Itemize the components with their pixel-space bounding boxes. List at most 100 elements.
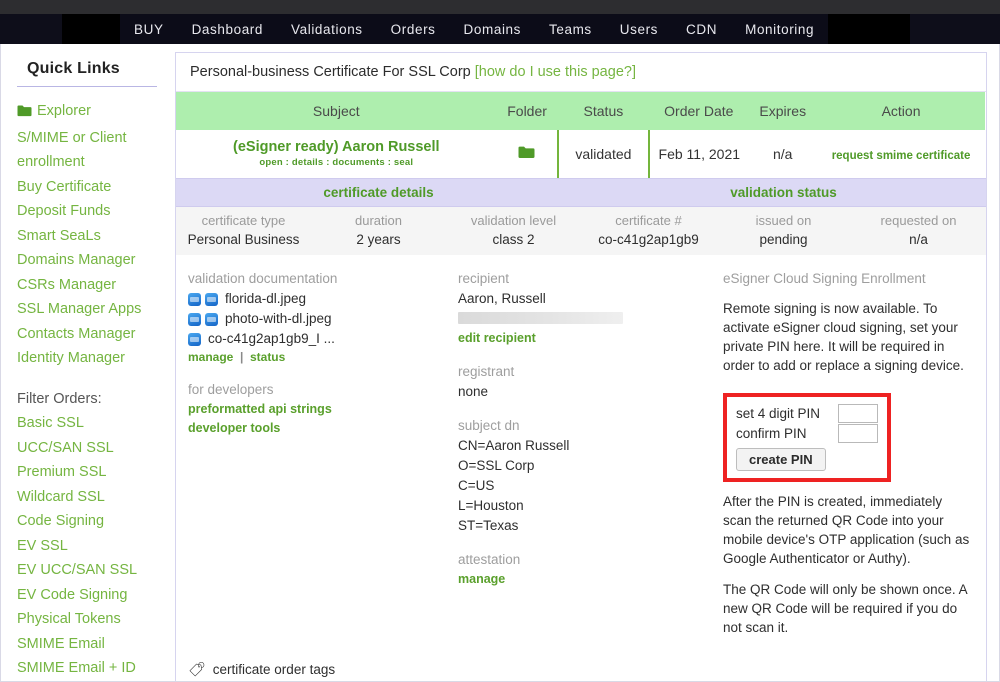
page-title: Personal-business Certificate For SSL Co… [176,53,986,92]
column-header-action[interactable]: Action [817,92,985,130]
confirm-pin-input[interactable] [838,424,878,443]
create-pin-button[interactable]: create PIN [736,448,826,471]
file-name[interactable]: photo-with-dl.jpeg [225,309,332,329]
developer-tools-link[interactable]: developer tools [188,419,444,438]
set-pin-label: set 4 digit PIN [736,406,838,421]
documents-status-link[interactable]: status [250,349,285,366]
sidebar-item-csrs-manager[interactable]: CSRs Manager [17,273,171,298]
list-item[interactable]: florida-dl.jpeg [188,289,444,309]
detail-label-validation-level: validation level [446,207,581,230]
recipient-heading: recipient [458,269,709,289]
orders-table-header-row: Subject Folder Status Order Date Expires… [176,92,985,130]
detail-label-certificate-number: certificate # [581,207,716,230]
file-icon[interactable] [205,293,218,306]
nav-item-dashboard[interactable]: Dashboard [178,14,277,44]
edit-recipient-link[interactable]: edit recipient [458,329,709,348]
band-certificate-details: certificate details [176,179,581,206]
column-header-order-date[interactable]: Order Date [649,92,748,130]
detail-label-duration: duration [311,207,446,230]
sidebar-filter-ucc-san-ssl[interactable]: UCC/SAN SSL [17,436,171,461]
column-header-expires[interactable]: Expires [748,92,817,130]
sidebar-item-ssl-manager-apps[interactable]: SSL Manager Apps [17,297,171,322]
cell-order-date: Feb 11, 2021 [649,130,748,178]
section-band: certificate details validation status [176,178,986,207]
manage-documents-link[interactable]: manage [188,349,233,366]
nav-item-cdn[interactable]: CDN [672,14,731,44]
subject-dn-o: O=SSL Corp [458,456,709,476]
browser-chrome-strip [0,0,1000,14]
for-developers-heading: for developers [188,380,444,400]
sidebar-item-explorer[interactable]: Explorer [17,99,171,126]
sidebar-item-deposit-funds[interactable]: Deposit Funds [17,199,171,224]
sidebar-item-identity-manager[interactable]: Identity Manager [17,346,171,371]
folder-icon[interactable] [518,146,535,163]
column-header-subject[interactable]: Subject [176,92,497,130]
page-body: Quick Links Explorer S/MIME or Client en… [0,44,1000,682]
subject-name[interactable]: (eSigner ready) Aaron Russell [180,139,493,156]
cell-action: request smime certificate [817,130,985,178]
sidebar-item-buy-certificate[interactable]: Buy Certificate [17,175,171,200]
subject-dn-l: L=Houston [458,496,709,516]
sidebar-filter-ev-code-signing[interactable]: EV Code Signing [17,583,171,608]
top-navigation-bar: BUY Dashboard Validations Orders Domains… [0,14,1000,44]
cell-folder[interactable] [497,130,558,178]
nav-item-users[interactable]: Users [606,14,672,44]
attestation-manage-link[interactable]: manage [458,570,709,589]
sidebar-item-contacts-manager[interactable]: Contacts Manager [17,322,171,347]
cell-expires: n/a [748,130,817,178]
nav-item-orders[interactable]: Orders [377,14,450,44]
request-smime-certificate-link[interactable]: request smime certificate [832,150,971,162]
detail-columns: validation documentation florida-dl.jpeg… [176,255,986,657]
sidebar-filter-wildcard-ssl[interactable]: Wildcard SSL [17,485,171,510]
file-icon[interactable] [188,313,201,326]
sidebar-filter-smime-email-id[interactable]: SMIME Email + ID [17,656,171,681]
sidebar-filter-ev-ssl[interactable]: EV SSL [17,534,171,559]
file-icon[interactable] [188,293,201,306]
band-validation-status: validation status [581,179,986,206]
sidebar-filter-code-signing[interactable]: Code Signing [17,509,171,534]
preformatted-api-strings-link[interactable]: preformatted api strings [188,400,444,419]
subject-sublinks[interactable]: open : details : documents : seal [180,156,493,169]
recipient-name: Aaron, Russell [458,289,709,309]
nav-item-monitoring[interactable]: Monitoring [731,14,828,44]
certificate-panel: Personal-business Certificate For SSL Co… [175,52,987,681]
nav-item-teams[interactable]: Teams [535,14,606,44]
file-name[interactable]: co-c41g2ap1gb9_I ... [208,329,335,349]
sidebar-filter-physical-tokens[interactable]: Physical Tokens [17,607,171,632]
esigner-note-qr-once: The QR Code will only be shown once. A n… [723,580,974,637]
link-separator: | [240,349,243,366]
nav-item-domains[interactable]: Domains [450,14,535,44]
nav-item-validations[interactable]: Validations [277,14,377,44]
list-item[interactable]: photo-with-dl.jpeg [188,309,444,329]
sidebar-item-smart-seals[interactable]: Smart SeaLs [17,224,171,249]
subject-dn-st: ST=Texas [458,516,709,536]
filter-orders-group: Filter Orders: Basic SSL UCC/SAN SSL Pre… [17,387,171,682]
sidebar-filter-ev-ucc-san-ssl[interactable]: EV UCC/SAN SSL [17,558,171,583]
list-item[interactable]: co-c41g2ap1gb9_I ... [188,329,444,349]
detail-value-requested-on: n/a [851,230,986,255]
file-name[interactable]: florida-dl.jpeg [225,289,306,309]
certificate-order-tags-section: 🏷 certificate order tags [176,657,986,681]
how-do-i-use-this-page-link[interactable]: [how do I use this page?] [475,64,636,80]
sidebar-item-domains-manager[interactable]: Domains Manager [17,248,171,273]
column-header-folder[interactable]: Folder [497,92,558,130]
table-row: (eSigner ready) Aaron Russell open : det… [176,130,985,178]
esigner-note-qr-scan: After the PIN is created, immediately sc… [723,492,974,568]
file-icon[interactable] [188,333,201,346]
file-icon[interactable] [205,313,218,326]
sidebar-item-smime-enrollment[interactable]: S/MIME or Client enrollment [17,126,171,175]
nav-item-buy[interactable]: BUY [120,14,178,44]
nav-logo-slot [62,14,120,44]
set-pin-input[interactable] [838,404,878,423]
sidebar-gap [17,371,171,387]
sidebar: Quick Links Explorer S/MIME or Client en… [1,44,171,681]
column-header-status[interactable]: Status [558,92,650,130]
sidebar-filter-smime-email[interactable]: SMIME Email [17,632,171,657]
detail-value-certificate-type: Personal Business [176,230,311,255]
orders-table: Subject Folder Status Order Date Expires… [176,92,986,178]
validation-documentation-column: validation documentation florida-dl.jpeg… [188,269,458,649]
registrant-value: none [458,382,709,402]
sidebar-filter-basic-ssl[interactable]: Basic SSL [17,411,171,436]
sidebar-filter-premium-ssl[interactable]: Premium SSL [17,460,171,485]
certificate-details-table: certificate type duration validation lev… [176,207,986,255]
